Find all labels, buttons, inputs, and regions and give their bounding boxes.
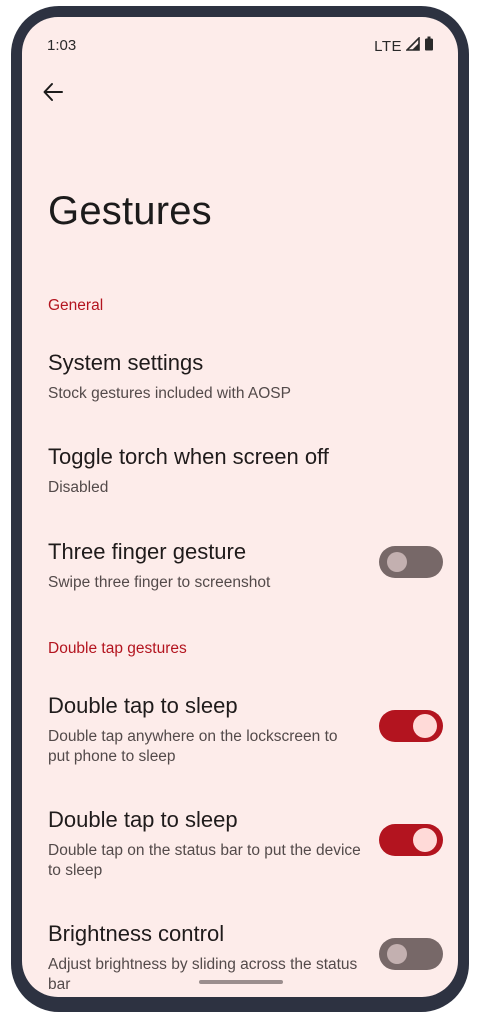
signal-icon — [405, 35, 420, 56]
double-tap-statusbar-toggle[interactable] — [379, 824, 443, 856]
battery-icon — [424, 36, 434, 56]
setting-subtitle: Double tap on the status bar to put the … — [48, 842, 361, 879]
gesture-nav-handle[interactable] — [199, 980, 283, 984]
arrow-left-icon — [42, 81, 64, 108]
section-header-double-tap: Double tap gestures — [48, 640, 187, 657]
setting-subtitle: Stock gestures included with AOSP — [48, 385, 291, 402]
setting-subtitle: Double tap anywhere on the lockscreen to… — [48, 728, 338, 765]
setting-title: Double tap to sleep — [48, 807, 238, 832]
setting-toggle-torch[interactable]: Toggle torch when screen off Disabled — [22, 444, 458, 514]
double-tap-lockscreen-toggle[interactable] — [379, 710, 443, 742]
setting-title: Toggle torch when screen off — [48, 444, 329, 469]
setting-double-tap-sleep-lockscreen[interactable]: Double tap to sleep Double tap anywhere … — [22, 693, 458, 783]
setting-double-tap-sleep-statusbar[interactable]: Double tap to sleep Double tap on the st… — [22, 807, 458, 897]
three-finger-toggle[interactable] — [379, 546, 443, 578]
setting-brightness-control[interactable]: Brightness control Adjust brightness by … — [22, 921, 458, 997]
section-header-general: General — [48, 297, 104, 314]
toggle-thumb — [387, 552, 407, 572]
setting-title: Brightness control — [48, 921, 225, 946]
back-button[interactable] — [38, 79, 68, 109]
setting-three-finger-gesture[interactable]: Three finger gesture Swipe three finger … — [22, 539, 458, 609]
toggle-thumb — [413, 828, 437, 852]
brightness-control-toggle[interactable] — [379, 938, 443, 970]
status-time: 1:03 — [47, 37, 77, 54]
screen: 1:03 LTE Gestures General System setting… — [22, 17, 458, 997]
setting-subtitle: Adjust brightness by sliding across the … — [48, 956, 358, 993]
network-type: LTE — [374, 37, 402, 55]
setting-system-settings[interactable]: System settings Stock gestures included … — [22, 350, 458, 420]
setting-subtitle: Swipe three finger to screenshot — [48, 574, 271, 591]
setting-title: System settings — [48, 350, 204, 375]
toggle-thumb — [387, 944, 407, 964]
setting-subtitle: Disabled — [48, 479, 109, 496]
toggle-thumb — [413, 714, 437, 738]
page-title: Gestures — [48, 189, 212, 233]
setting-title: Three finger gesture — [48, 539, 247, 564]
status-icons: LTE — [374, 35, 434, 56]
setting-title: Double tap to sleep — [48, 693, 238, 718]
